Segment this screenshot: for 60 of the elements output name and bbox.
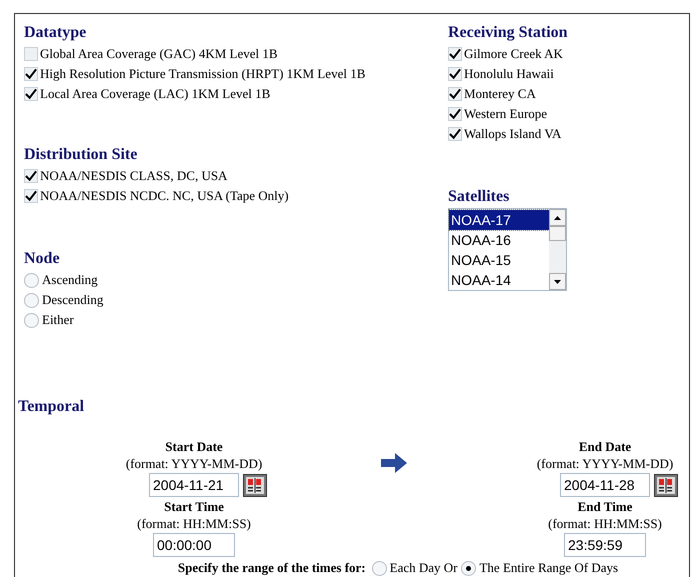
radio-button[interactable] [461, 560, 476, 576]
list-item[interactable]: NOAA-16 [449, 230, 549, 250]
option-label: NOAA/NESDIS NCDC. NC, USA (Tape Only) [40, 187, 289, 206]
list-item[interactable]: NOAA-15 [449, 250, 549, 270]
checkbox[interactable] [24, 67, 38, 81]
checkbox[interactable] [448, 47, 462, 61]
option-label: Honolulu Hawaii [464, 65, 554, 84]
start-date-field[interactable]: 2004-11-21 [149, 473, 239, 497]
option-label: Global Area Coverage (GAC) 4KM Level 1B [40, 45, 278, 64]
field-label: End Time [578, 498, 632, 515]
radio-button[interactable] [24, 312, 39, 328]
format-hint: (format: HH:MM:SS) [548, 515, 662, 532]
calendar-icon[interactable] [243, 474, 267, 496]
option-label: Each Day Or [390, 559, 458, 577]
radio-button[interactable] [372, 560, 387, 576]
list-item[interactable]: NOAA-14 [449, 270, 549, 290]
satellites-listbox[interactable]: NOAA-17 NOAA-16 NOAA-15 NOAA-14 [448, 208, 567, 291]
scrollbar[interactable] [549, 209, 566, 290]
calendar-icon[interactable] [654, 474, 678, 496]
checkbox[interactable] [448, 87, 462, 101]
start-time-field[interactable]: 00:00:00 [153, 533, 235, 557]
option-label: The Entire Range Of Days [479, 559, 618, 577]
field-label: Start Time [164, 498, 224, 515]
radio-button[interactable] [24, 272, 39, 288]
format-hint: (format: YYYY-MM-DD) [536, 455, 674, 472]
option-label: Western Europe [464, 105, 548, 124]
checkbox[interactable] [448, 67, 462, 81]
section-heading: Satellites [448, 187, 510, 207]
section-heading: Receiving Station [448, 23, 568, 43]
format-hint: (format: HH:MM:SS) [137, 515, 251, 532]
arrow-right-icon [381, 453, 408, 473]
section-heading: Node [24, 249, 60, 269]
checkbox[interactable] [24, 189, 38, 203]
option-label: High Resolution Picture Transmission (HRPT) 1KM Level 1B [40, 65, 366, 84]
field-label: Start Date [165, 438, 223, 455]
section-heading: Datatype [24, 23, 86, 43]
end-time-field[interactable]: 23:59:59 [564, 533, 646, 557]
end-date-field[interactable]: 2004-11-28 [560, 473, 650, 497]
format-hint: (format: YYYY-MM-DD) [126, 455, 262, 472]
checkbox[interactable] [448, 127, 462, 141]
field-label: End Date [578, 438, 632, 455]
option-label: Monterey CA [464, 85, 536, 104]
range-label: Specify the range of the times for: [178, 559, 366, 577]
option-label: Local Area Coverage (LAC) 1KM Level 1B [40, 85, 270, 104]
radio-button[interactable] [24, 292, 39, 308]
option-label: Gilmore Creek AK [464, 45, 563, 64]
checkbox[interactable] [448, 107, 462, 121]
option-label: Wallops Island VA [464, 125, 562, 144]
scroll-up-icon[interactable] [549, 209, 566, 226]
scroll-down-icon[interactable] [549, 273, 566, 290]
checkbox[interactable] [24, 87, 38, 101]
option-label: NOAA/NESDIS CLASS, DC, USA [40, 167, 228, 186]
option-label: Ascending [42, 271, 98, 290]
scroll-thumb[interactable] [549, 226, 566, 241]
checkbox[interactable] [24, 169, 38, 183]
option-label: Either [42, 311, 74, 330]
section-heading: Distribution Site [24, 145, 138, 165]
option-label: Descending [42, 291, 104, 310]
section-heading: Temporal [18, 397, 84, 417]
list-item[interactable]: NOAA-17 [449, 210, 549, 230]
